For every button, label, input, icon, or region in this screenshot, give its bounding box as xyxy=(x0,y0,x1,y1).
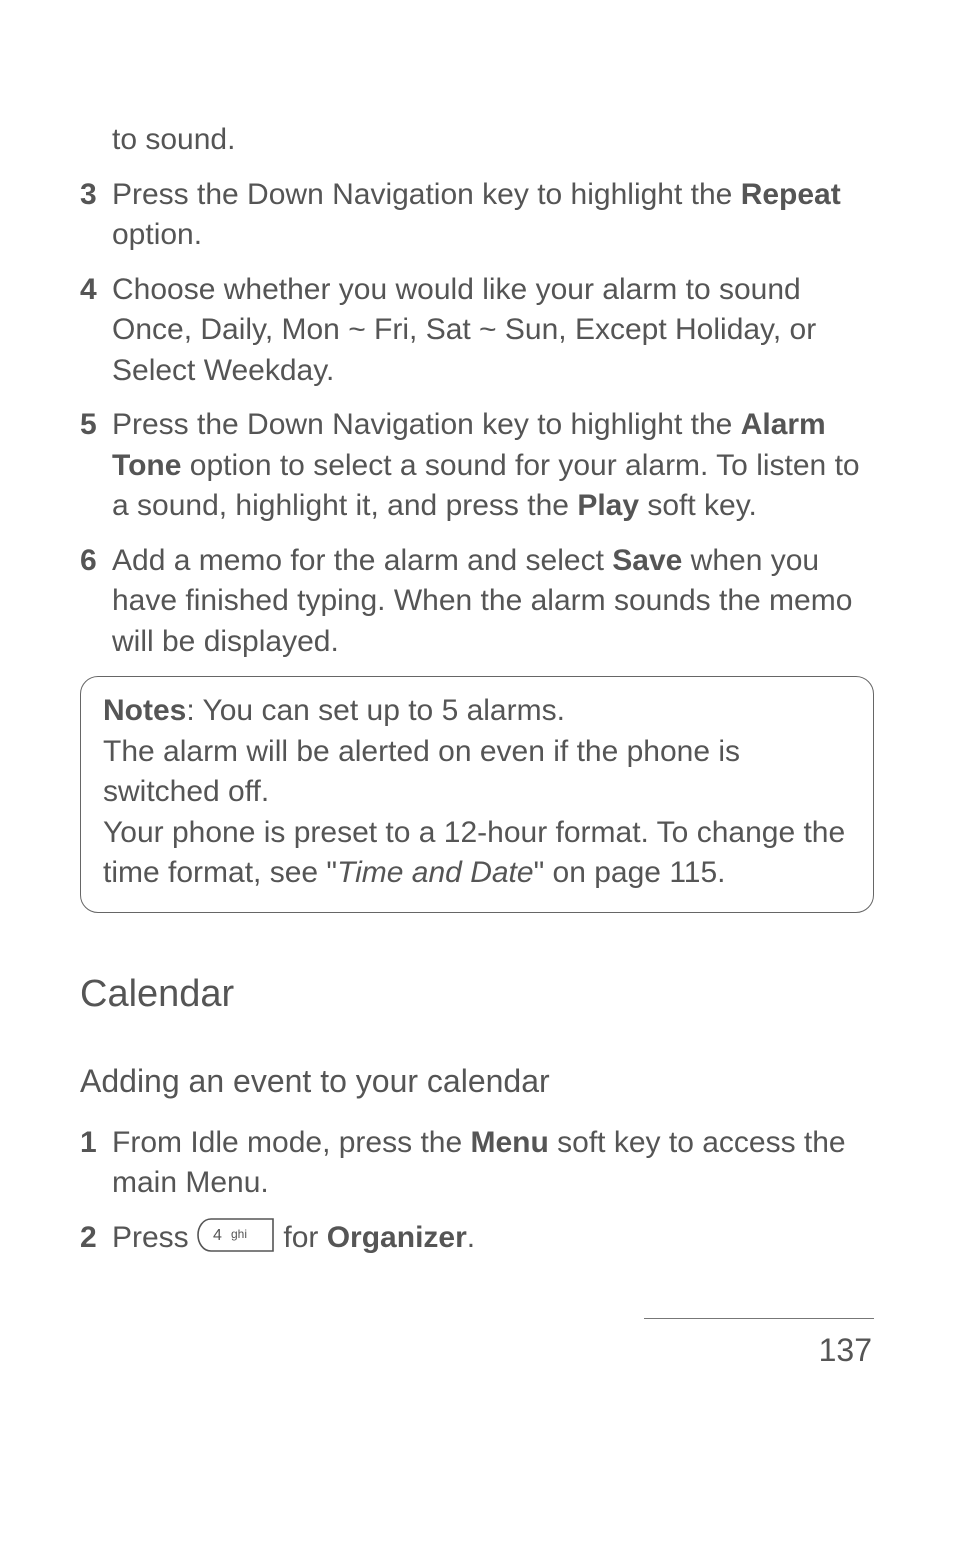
note-line-3: Your phone is preset to a 12-hour format… xyxy=(103,813,851,894)
step-1: 1 From Idle mode, press the Menu soft ke… xyxy=(80,1123,874,1204)
text-fragment: From Idle mode, press the xyxy=(112,1126,470,1159)
bold-term: Save xyxy=(612,544,682,577)
step-2: 2 Press 4 ghi for Organizer. xyxy=(80,1218,874,1259)
step-number: 3 xyxy=(80,175,112,256)
manual-page: to sound. 3 Press the Down Navigation ke… xyxy=(0,0,954,1423)
svg-text:4: 4 xyxy=(213,1227,222,1244)
subsection-heading: Adding an event to your calendar xyxy=(80,1060,874,1103)
text-fragment: Add a memo for the alarm and select xyxy=(112,544,612,577)
notes-label: Notes xyxy=(103,694,186,727)
cross-reference: Time and Date xyxy=(337,856,534,889)
text-fragment: Press the Down Navigation key to highlig… xyxy=(112,178,741,211)
step-number: 2 xyxy=(80,1218,112,1259)
svg-text:ghi: ghi xyxy=(231,1227,247,1241)
text-fragment: Press xyxy=(112,1221,197,1254)
text-fragment: Press the Down Navigation key to highlig… xyxy=(112,408,741,441)
text-fragment: soft key. xyxy=(639,489,757,522)
step-text: Add a memo for the alarm and select Save… xyxy=(112,541,874,663)
bold-term: Repeat xyxy=(741,178,841,211)
text-fragment: . xyxy=(467,1221,475,1254)
notes-box: Notes: You can set up to 5 alarms. The a… xyxy=(80,676,874,913)
step-text: to sound. xyxy=(112,120,874,161)
text-fragment: : You can set up to 5 alarms. xyxy=(186,694,565,727)
step-text: Press the Down Navigation key to highlig… xyxy=(112,405,874,527)
section-heading-calendar: Calendar xyxy=(80,969,874,1020)
step-6: 6 Add a memo for the alarm and select Sa… xyxy=(80,541,874,663)
bold-term: Menu xyxy=(470,1126,548,1159)
note-line-1: Notes: You can set up to 5 alarms. xyxy=(103,691,851,732)
step-number: 1 xyxy=(80,1123,112,1204)
key-4ghi-icon: 4 ghi xyxy=(197,1218,275,1252)
text-fragment: option. xyxy=(112,218,202,251)
bold-term: Play xyxy=(577,489,639,522)
step-5: 5 Press the Down Navigation key to highl… xyxy=(80,405,874,527)
step-number: 5 xyxy=(80,405,112,527)
page-number: 137 xyxy=(644,1318,874,1372)
step-text: Press 4 ghi for Organizer. xyxy=(112,1218,874,1259)
text-fragment: for xyxy=(275,1221,327,1254)
bold-term: Organizer xyxy=(327,1221,467,1254)
step-number: 4 xyxy=(80,270,112,392)
step-text: Press the Down Navigation key to highlig… xyxy=(112,175,874,256)
text-fragment: " on page 115. xyxy=(534,856,726,889)
step-number: 6 xyxy=(80,541,112,663)
step-continuation: to sound. xyxy=(80,120,874,161)
page-footer: 137 xyxy=(80,1318,874,1372)
note-line-2: The alarm will be alerted on even if the… xyxy=(103,732,851,813)
step-text: Choose whether you would like your alarm… xyxy=(112,270,874,392)
step-text: From Idle mode, press the Menu soft key … xyxy=(112,1123,874,1204)
step-4: 4 Choose whether you would like your ala… xyxy=(80,270,874,392)
step-3: 3 Press the Down Navigation key to highl… xyxy=(80,175,874,256)
